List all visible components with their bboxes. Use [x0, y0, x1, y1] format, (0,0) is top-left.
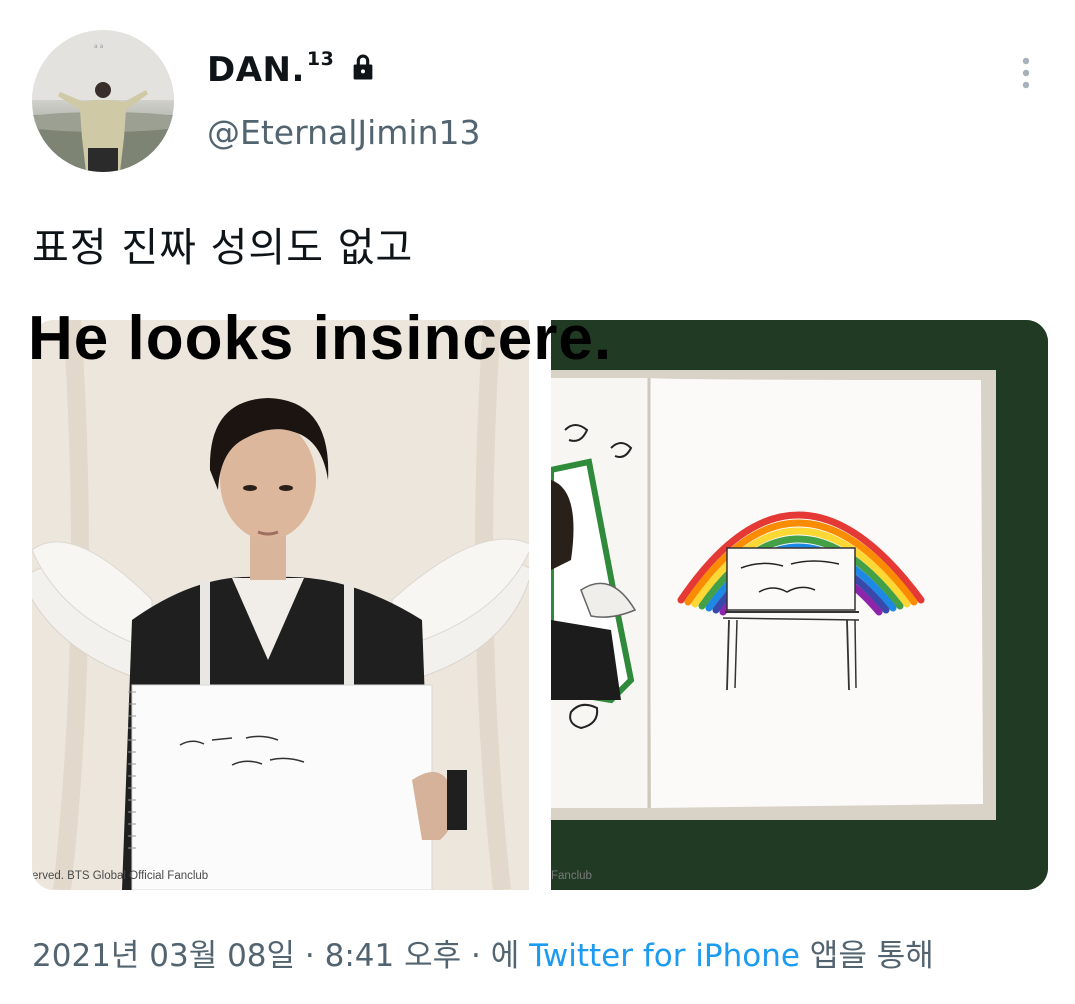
more-vertical-icon[interactable]: [1013, 54, 1039, 92]
avatar-image: a a: [32, 30, 174, 172]
display-name-superscript: 13: [306, 48, 335, 70]
media-image-left[interactable]: erved. BTS Global Official Fanclub: [32, 320, 529, 890]
meta-separator-source: · 에: [461, 938, 530, 974]
lock-icon: [354, 54, 373, 80]
media-image-right[interactable]: Fanclub: [551, 320, 1048, 890]
tweet-time[interactable]: 8:41 오후: [325, 938, 462, 974]
tweet-date[interactable]: 2021년 03월 08일: [32, 938, 295, 974]
photo-person-with-wings: [32, 320, 529, 890]
tweet-text: 표정 진짜 성의도 없고: [32, 225, 414, 271]
user-handle[interactable]: @EternalJimin13: [207, 113, 481, 152]
tweet-source-link[interactable]: Twitter for iPhone: [529, 938, 800, 974]
meta-separator: ·: [295, 938, 325, 974]
media-watermark-right: Fanclub: [551, 870, 592, 882]
avatar[interactable]: a a: [32, 30, 174, 172]
display-name-text: DAN.: [207, 50, 305, 90]
overlay-caption: He looks insincere.: [28, 304, 613, 373]
media-watermark-left: erved. BTS Global Official Fanclub: [32, 870, 209, 882]
svg-text:a a: a a: [94, 43, 104, 50]
tweet-meta: 2021년 03월 08일 · 8:41 오후 · 에 Twitter for …: [32, 930, 934, 975]
photo-sketchbook-rainbow: [551, 320, 1048, 890]
display-name[interactable]: DAN. 13: [207, 48, 378, 90]
meta-suffix: 앱을 통해: [799, 938, 934, 974]
